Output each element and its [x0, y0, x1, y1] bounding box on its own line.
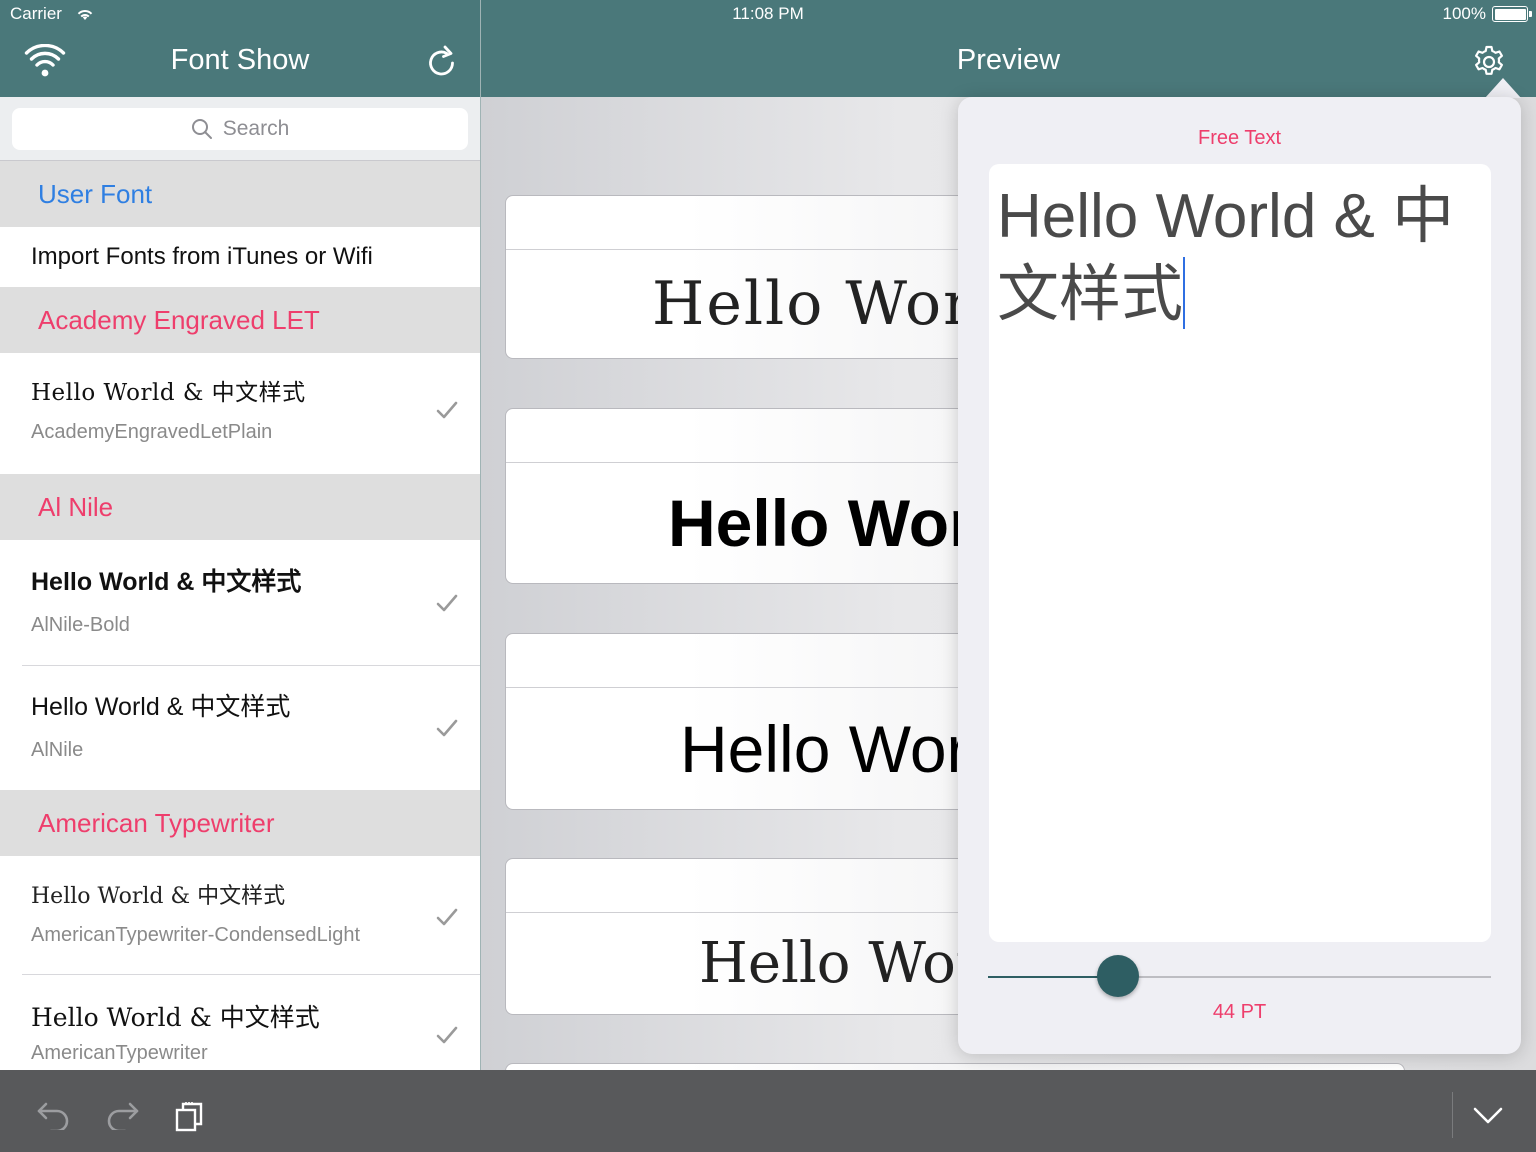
section-header-academy-engraved: Academy Engraved LET — [0, 287, 480, 353]
font-postscript-name: AlNile — [31, 739, 84, 761]
font-list-panel[interactable]: Search User Font Import Fonts from iTune… — [0, 97, 480, 1070]
checkmark-icon — [436, 401, 458, 419]
checkmark-icon — [436, 719, 458, 737]
font-sample: Hello World & 中文样式 — [31, 884, 286, 909]
preview-card[interactable] — [505, 1063, 1405, 1070]
font-size-label: 44 PT — [1212, 1001, 1267, 1023]
search-input[interactable]: Search — [12, 108, 468, 150]
font-size-slider-thumb[interactable] — [1097, 955, 1139, 997]
free-text-value: Hello World & 中文样式 — [997, 182, 1455, 329]
font-row[interactable]: Hello World & 中文样式 AmericanTypewriter — [0, 974, 480, 1070]
right-nav-title: Preview — [956, 44, 1061, 76]
status-time: 11:08 PM — [732, 4, 804, 23]
section-header-user-font: User Font — [0, 161, 480, 227]
popover-title: Free Text — [1198, 127, 1281, 149]
battery-percent: 100% — [1442, 4, 1486, 23]
font-postscript-name: AcademyEngravedLetPlain — [31, 421, 273, 443]
font-row[interactable]: Hello World & 中文样式 AcademyEngravedLetPla… — [0, 353, 480, 474]
section-header-american-typewriter: American Typewriter — [0, 790, 480, 856]
search-icon — [191, 119, 212, 139]
toolbar-separator — [1452, 1092, 1453, 1138]
battery-icon — [1492, 6, 1532, 22]
font-row[interactable]: Hello World & 中文样式 AmericanTypewriter-Co… — [0, 856, 480, 975]
preview-sample: Hello Wor — [668, 486, 975, 560]
battery-indicator: 100% — [1442, 4, 1532, 24]
chevron-down-icon[interactable] — [1472, 1106, 1504, 1126]
clipboard-icon[interactable] — [174, 1100, 208, 1134]
preview-sample: Hello Wor — [680, 711, 969, 786]
navigation-bar: Carrier 11:08 PM 100% Font Show Preview — [0, 0, 1536, 97]
redo-icon[interactable] — [104, 1098, 140, 1130]
free-text-input[interactable]: Hello World & 中文样式 — [989, 164, 1491, 942]
checkmark-icon — [436, 594, 458, 612]
section-header-al-nile: Al Nile — [0, 474, 480, 540]
free-text-popover: Free Text Hello World & 中文样式 44 PT — [958, 97, 1521, 1054]
text-caret — [1183, 257, 1186, 329]
font-row[interactable]: Hello World & 中文样式 AlNile — [0, 665, 480, 790]
checkmark-icon — [436, 908, 458, 926]
font-sample: Hello World & 中文样式 — [31, 1003, 320, 1032]
font-sample: Hello World & 中文样式 — [31, 693, 291, 721]
import-fonts-row[interactable]: Import Fonts from iTunes or Wifi — [0, 227, 480, 287]
search-bar: Search — [0, 97, 480, 161]
left-nav-title: Font Show — [170, 44, 310, 76]
undo-icon[interactable] — [36, 1098, 72, 1130]
font-postscript-name: AlNile-Bold — [31, 614, 130, 636]
keyboard-toolbar — [0, 1070, 1536, 1152]
search-placeholder: Search — [222, 117, 290, 140]
font-row[interactable]: Hello World & 中文样式 AlNile-Bold — [0, 540, 480, 666]
font-postscript-name: AmericanTypewriter — [31, 1042, 208, 1064]
checkmark-icon — [436, 1026, 458, 1044]
popover-arrow — [1485, 78, 1521, 98]
font-postscript-name: AmericanTypewriter-CondensedLight — [31, 924, 361, 946]
font-sample: Hello World & 中文样式 — [31, 380, 306, 406]
refresh-icon[interactable] — [426, 45, 458, 79]
gear-icon[interactable] — [1471, 44, 1507, 80]
preview-sample: Hello Worl — [652, 269, 995, 339]
font-sample: Hello World & 中文样式 — [31, 568, 302, 596]
